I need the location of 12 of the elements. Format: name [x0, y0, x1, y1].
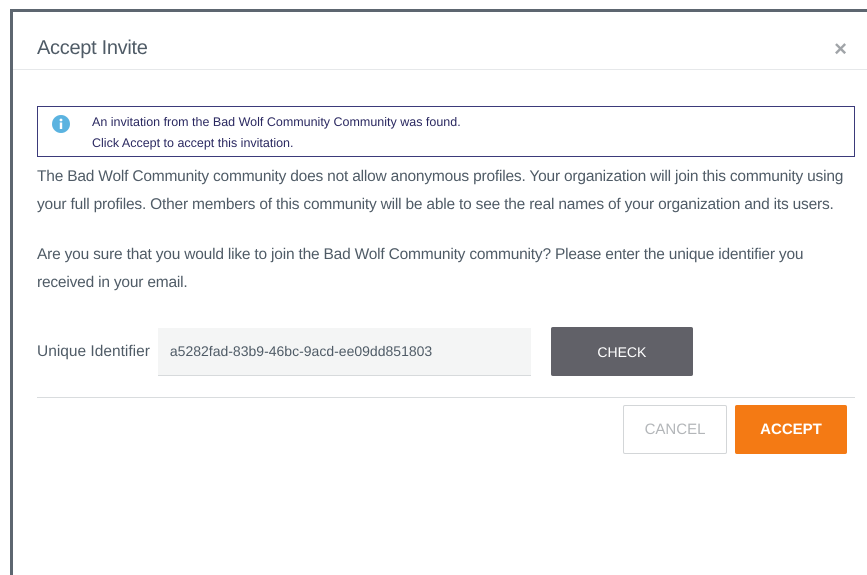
close-button[interactable]: ×	[834, 36, 847, 62]
info-icon	[52, 115, 70, 133]
dialog-title: Accept Invite	[37, 37, 148, 60]
check-button[interactable]: CHECK	[550, 327, 693, 376]
cancel-button[interactable]: CANCEL	[623, 405, 727, 454]
paragraph: Are you sure that you would like to join the Bad Wolf Community community? Please enter the unique identifier you received in your email.	[37, 245, 804, 293]
identifier-field[interactable]: a5282fad-83b9-46bc-9acd-ee09dd851803	[158, 328, 531, 376]
alert-text: Click Accept to accept this invitation.	[92, 136, 294, 150]
accept-button[interactable]: ACCEPT	[735, 405, 847, 454]
alert-text: An invitation from the Bad Wolf Community Community was found.	[92, 115, 461, 129]
paragraph: The Bad Wolf Community community does not allow anonymous profiles. Your organization will join this community using your full profiles. Other members of this community will be able to see the real names of your organization and its users.	[37, 167, 844, 215]
field-label: Unique Identifier	[37, 342, 150, 360]
